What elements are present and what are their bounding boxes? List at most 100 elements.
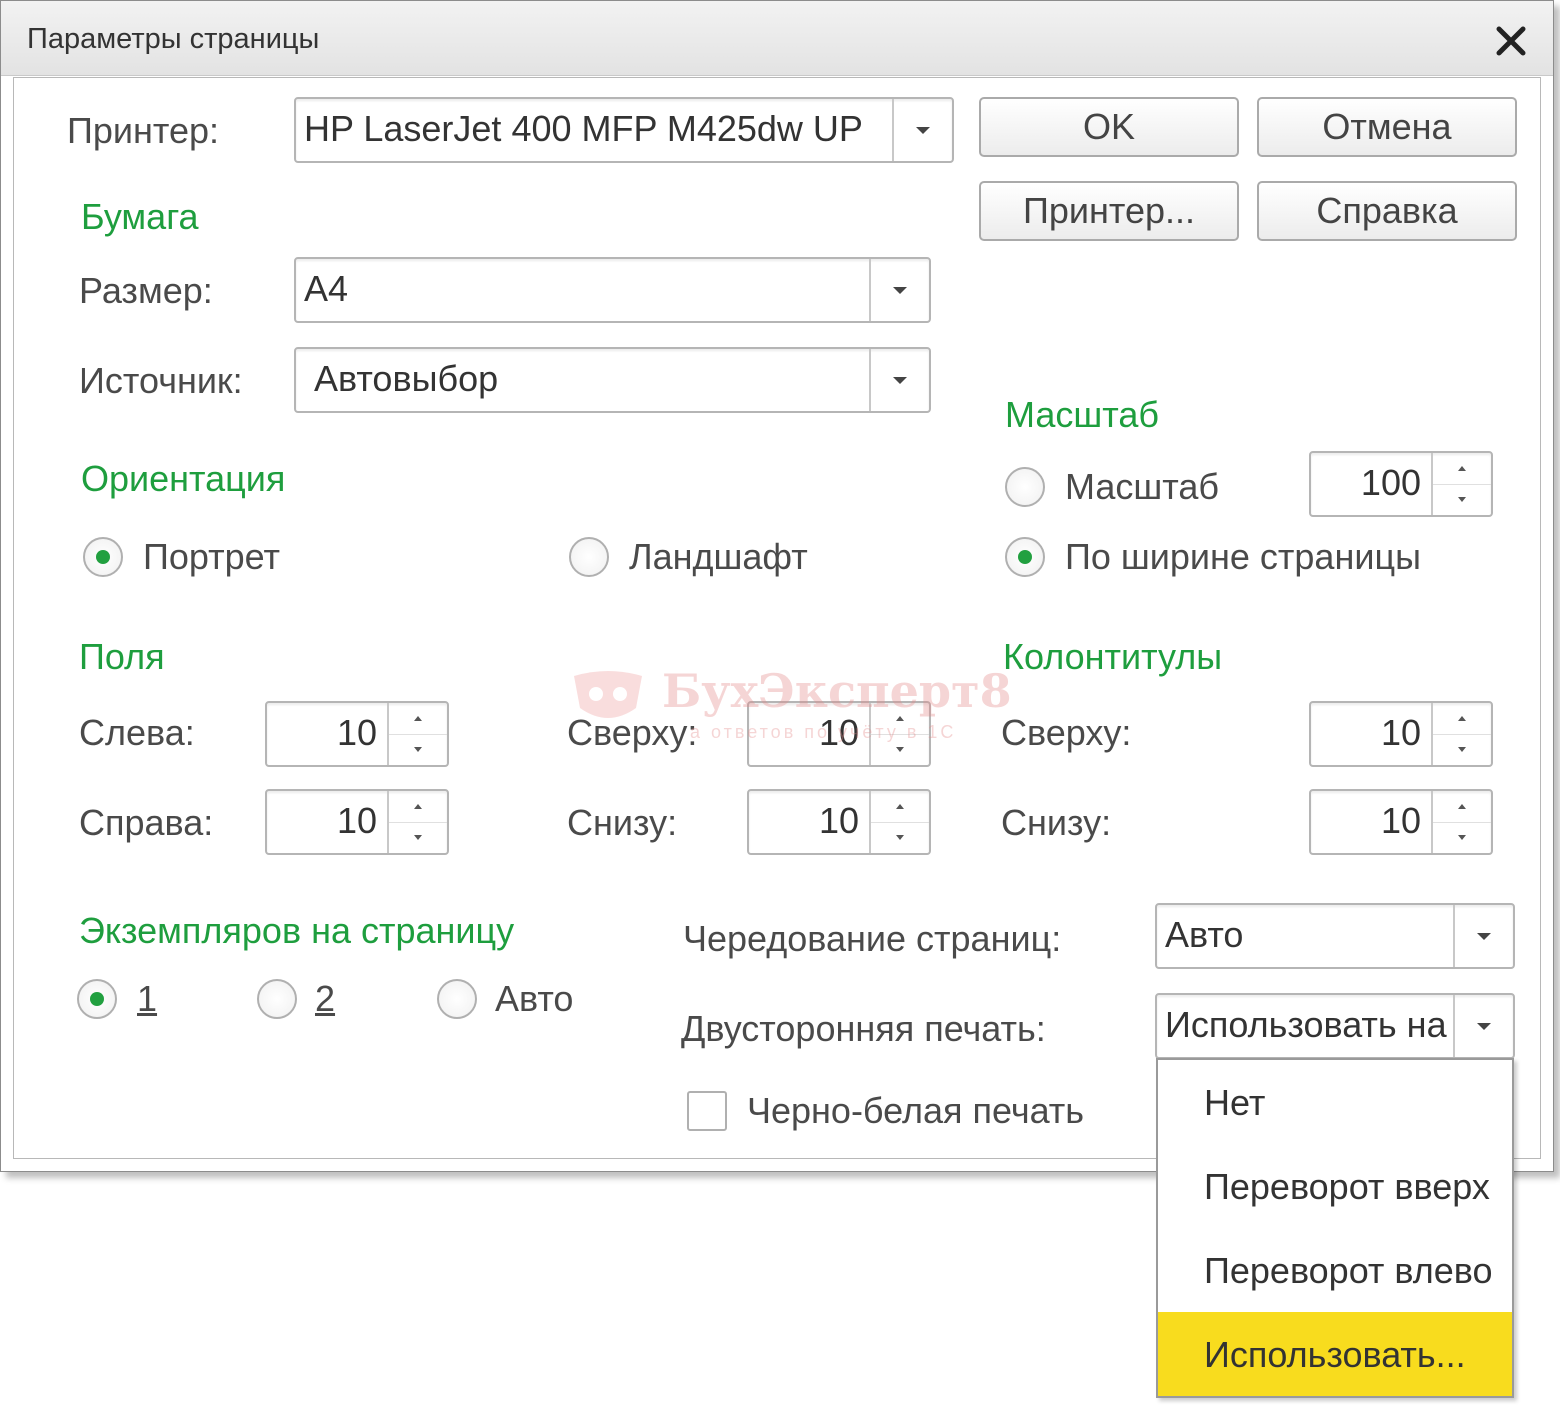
increment-icon[interactable] <box>389 791 447 823</box>
margins-group-title: Поля <box>79 636 165 677</box>
portrait-radio[interactable] <box>83 537 123 577</box>
copies-2-label[interactable]: 2 <box>315 979 335 1019</box>
chevron-down-icon[interactable] <box>869 259 929 321</box>
margin-right-stepper[interactable]: 10 <box>265 789 449 855</box>
header-top-stepper[interactable]: 10 <box>1309 701 1493 767</box>
paper-size-label: Размер: <box>79 270 213 311</box>
duplex-option-flip-left[interactable]: Переворот влево <box>1158 1228 1512 1312</box>
paper-source-label: Источник: <box>79 360 243 401</box>
stepper-arrows <box>869 791 929 853</box>
scale-radio[interactable] <box>1005 467 1045 507</box>
copies-2-radio[interactable] <box>257 979 297 1019</box>
header-bottom-stepper[interactable]: 10 <box>1309 789 1493 855</box>
stepper-arrows <box>387 791 447 853</box>
paper-size-select[interactable]: A4 <box>294 257 931 323</box>
decrement-icon[interactable] <box>389 734 447 765</box>
dialog-title: Параметры страницы <box>27 23 320 55</box>
increment-icon[interactable] <box>1433 791 1491 823</box>
title-bar[interactable]: Параметры страницы <box>1 1 1553 76</box>
close-icon[interactable] <box>1489 19 1533 63</box>
increment-icon[interactable] <box>871 703 929 735</box>
fit-width-label[interactable]: По ширине страницы <box>1065 537 1421 577</box>
alternation-select[interactable]: Авто <box>1155 903 1515 969</box>
chevron-down-icon[interactable] <box>1453 995 1513 1057</box>
duplex-option-use-settings[interactable]: Использовать... <box>1158 1312 1512 1396</box>
decrement-icon[interactable] <box>871 734 929 765</box>
chevron-down-icon[interactable] <box>1453 905 1513 967</box>
header-bottom-label: Снизу: <box>1001 802 1112 843</box>
stepper-arrows <box>869 703 929 765</box>
landscape-label[interactable]: Ландшафт <box>629 537 808 577</box>
increment-icon[interactable] <box>1433 453 1491 485</box>
duplex-label: Двусторонняя печать: <box>681 1008 1046 1049</box>
stepper-arrows <box>1431 703 1491 765</box>
increment-icon[interactable] <box>389 703 447 735</box>
margin-top-label: Сверху: <box>567 712 698 753</box>
option-label: Нет <box>1204 1082 1266 1123</box>
landscape-radio[interactable] <box>569 537 609 577</box>
margin-right-label: Справа: <box>79 802 214 843</box>
headers-group-title: Колонтитулы <box>1003 636 1223 677</box>
decrement-icon[interactable] <box>871 822 929 853</box>
copies-auto-radio[interactable] <box>437 979 477 1019</box>
option-label: Переворот вверх <box>1204 1166 1490 1207</box>
paper-source-value: Автовыбор <box>314 359 499 399</box>
paper-source-select[interactable]: Автовыбор <box>294 347 931 413</box>
cancel-button[interactable]: Отмена <box>1257 97 1517 157</box>
stepper-arrows <box>1431 791 1491 853</box>
copies-1-radio[interactable] <box>77 979 117 1019</box>
page-setup-dialog: Параметры страницы Принтер: HP LaserJet … <box>0 0 1554 1172</box>
stepper-arrows <box>387 703 447 765</box>
scale-stepper[interactable]: 100 <box>1309 451 1493 517</box>
paper-size-value: A4 <box>304 269 349 309</box>
chevron-down-icon[interactable] <box>869 349 929 411</box>
orientation-group-title: Ориентация <box>81 458 286 499</box>
printer-value: HP LaserJet 400 MFP M425dw UP <box>304 109 863 149</box>
margin-bottom-stepper[interactable]: 10 <box>747 789 931 855</box>
decrement-icon[interactable] <box>1433 822 1491 853</box>
header-top-value: 10 <box>1380 712 1421 753</box>
printer-settings-button[interactable]: Принтер... <box>979 181 1239 241</box>
margin-bottom-value: 10 <box>818 800 859 841</box>
margin-left-stepper[interactable]: 10 <box>265 701 449 767</box>
alternation-value: Авто <box>1165 915 1244 955</box>
scale-group-title: Масштаб <box>1005 394 1160 435</box>
margin-right-value: 10 <box>336 800 377 841</box>
margin-left-label: Слева: <box>79 712 195 753</box>
printer-select[interactable]: HP LaserJet 400 MFP M425dw UP <box>294 97 954 163</box>
duplex-dropdown-list: Нет Переворот вверх Переворот влево Испо… <box>1156 1058 1514 1398</box>
paper-group-title: Бумага <box>81 196 199 237</box>
header-top-label: Сверху: <box>1001 712 1132 753</box>
decrement-icon[interactable] <box>1433 484 1491 515</box>
margin-bottom-label: Снизу: <box>567 802 678 843</box>
fit-width-radio[interactable] <box>1005 537 1045 577</box>
option-label: Переворот влево <box>1204 1250 1493 1291</box>
increment-icon[interactable] <box>871 791 929 823</box>
copies-auto-label[interactable]: Авто <box>495 979 573 1019</box>
help-button[interactable]: Справка <box>1257 181 1517 241</box>
copies-group-title: Экземпляров на страницу <box>79 910 515 951</box>
stepper-arrows <box>1431 453 1491 515</box>
duplex-option-flip-up[interactable]: Переворот вверх <box>1158 1144 1512 1228</box>
decrement-icon[interactable] <box>389 822 447 853</box>
ok-button[interactable]: OK <box>979 97 1239 157</box>
duplex-option-none[interactable]: Нет <box>1158 1060 1512 1144</box>
scale-value: 100 <box>1360 462 1421 503</box>
header-bottom-value: 10 <box>1380 800 1421 841</box>
margin-top-stepper[interactable]: 10 <box>747 701 931 767</box>
duplex-value: Использовать на <box>1165 1005 1447 1045</box>
margin-left-value: 10 <box>336 712 377 753</box>
scale-option-label[interactable]: Масштаб <box>1065 467 1219 507</box>
increment-icon[interactable] <box>1433 703 1491 735</box>
alternation-label: Чередование страниц: <box>683 918 1062 959</box>
option-label: Использовать... <box>1204 1334 1466 1375</box>
printer-label: Принтер: <box>67 110 220 151</box>
copies-1-label[interactable]: 1 <box>137 979 157 1019</box>
portrait-label[interactable]: Портрет <box>143 537 280 577</box>
bw-label[interactable]: Черно-белая печать <box>747 1091 1084 1131</box>
chevron-down-icon[interactable] <box>892 99 952 161</box>
bw-checkbox[interactable] <box>687 1091 727 1131</box>
decrement-icon[interactable] <box>1433 734 1491 765</box>
margin-top-value: 10 <box>818 712 859 753</box>
duplex-select[interactable]: Использовать на <box>1155 993 1515 1059</box>
